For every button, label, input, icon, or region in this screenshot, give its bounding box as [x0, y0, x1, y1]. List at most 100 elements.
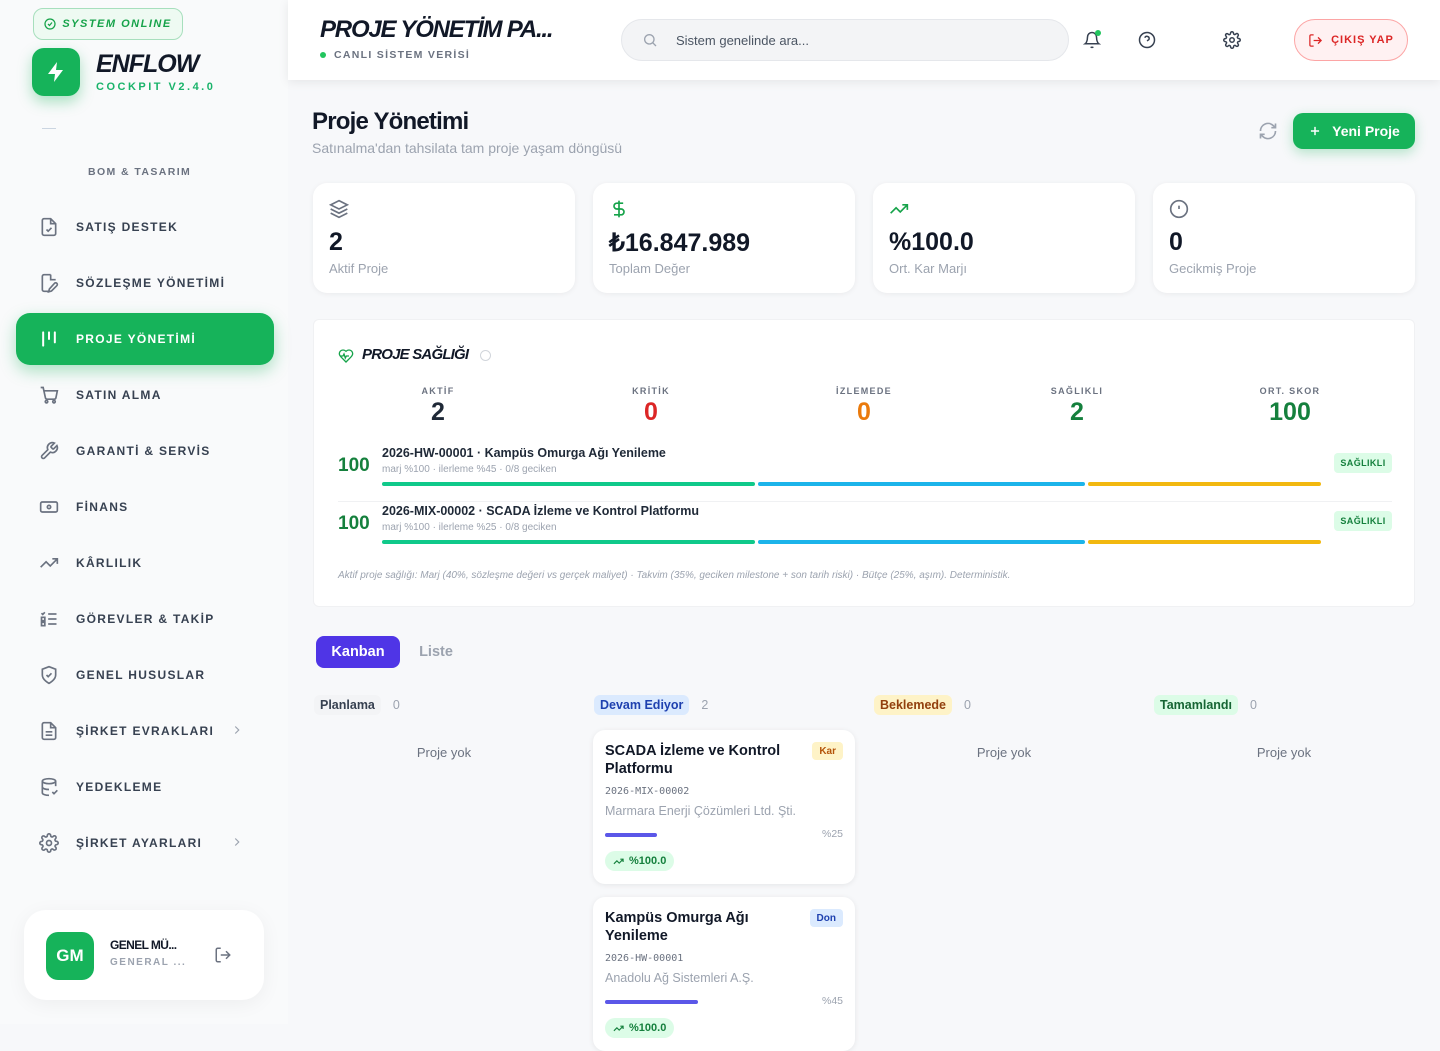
metric-value: 2 [1070, 398, 1084, 426]
logo[interactable] [32, 48, 80, 96]
health-project-row[interactable]: 100 2026-HW-00001 · Kampüs Omurga Ağı Ye… [338, 446, 1392, 498]
plus-icon [1311, 126, 1320, 136]
sidebar-item-genel-hususlar[interactable]: GENEL HUSUSLAR [16, 649, 274, 701]
logout-button[interactable]: ÇIKIŞ YAP [1294, 19, 1408, 61]
page-subtitle: Satınalma'dan tahsilata tam proje yaşam … [312, 140, 623, 156]
alert-circle-icon [1169, 199, 1189, 219]
stat-value: %100.0 [889, 228, 974, 256]
project-customer: Marmara Enerji Çözümleri Ltd. Şti. [605, 804, 797, 818]
user-card: GM GENEL MÜ... GENERAL ... [24, 910, 264, 1000]
file-edit-icon [38, 272, 60, 294]
new-project-button[interactable]: Yeni Proje [1293, 113, 1415, 149]
sidebar-item-proje-yonetimi[interactable]: PROJE YÖNETİMİ [16, 313, 274, 365]
empty-column-text: Proje yok [416, 745, 472, 760]
sidebar-item-satis-destek[interactable]: SATIŞ DESTEK [16, 201, 274, 253]
banknote-icon [38, 496, 60, 518]
user-role: GENERAL ... [110, 957, 187, 968]
sidebar-item-label: GÖREVLER & TAKİP [76, 612, 215, 626]
project-code: 2026-MIX-00002 [605, 786, 690, 797]
nav-section-label[interactable]: BOM & TASARIM [88, 166, 191, 178]
trending-up-icon [890, 204, 909, 214]
search-bar[interactable] [621, 19, 1069, 61]
document-icon [38, 720, 60, 742]
logout-icon[interactable] [214, 946, 232, 964]
health-title: PROJE SAĞLIĞI [362, 346, 469, 363]
progress-label: %25 [821, 828, 843, 840]
help-button[interactable] [1137, 30, 1157, 50]
status-badge: SAĞLIKLI [1334, 453, 1392, 473]
sidebar-item-label: GENEL HUSUSLAR [76, 668, 206, 682]
sidebar-item-gorevler[interactable]: GÖREVLER & TAKİP [16, 593, 274, 645]
sidebar-item-label: GARANTİ & SERVİS [76, 444, 211, 458]
tab-kanban[interactable]: Kanban [316, 636, 400, 668]
metric-value: 2 [431, 398, 445, 426]
column-count: 0 [964, 698, 971, 712]
project-customer: Anadolu Ağ Sistemleri A.Ş. [605, 971, 754, 985]
settings-button[interactable] [1222, 30, 1242, 50]
shield-icon [38, 664, 60, 686]
topbar: PROJE YÖNETİM PA... CANLI SİSTEM VERİSİ … [288, 0, 1440, 80]
metric-value: 0 [857, 398, 871, 426]
health-footnote: Aktif proje sağlığı: Marj (40%, sözleşme… [338, 570, 1011, 581]
stat-label: Gecikmiş Proje [1169, 261, 1257, 276]
sidebar-item-karlilik[interactable]: KÂRLILIK [16, 537, 274, 589]
database-icon [38, 776, 60, 798]
logout-label: ÇIKIŞ YAP [1331, 34, 1394, 46]
column-chip: Tamamlandı [1154, 695, 1239, 715]
project-card[interactable]: Kampüs Omurga Ağı Yenileme Don 2026-HW-0… [593, 897, 855, 1051]
layers-icon [329, 199, 349, 219]
status-badge: SAĞLIKLI [1334, 511, 1392, 531]
progress-label: %45 [821, 995, 843, 1007]
system-status-badge: SYSTEM ONLINE [33, 8, 183, 40]
metric-label: KRİTİK [632, 386, 670, 396]
metric-label: İZLEMEDE [836, 386, 892, 396]
health-project-name: 2026-MIX-00002 · SCADA İzleme ve Kontrol… [382, 504, 699, 518]
brand-name: ENFLOW [96, 50, 199, 78]
stat-value: 2 [329, 228, 343, 256]
avatar[interactable]: GM [46, 932, 94, 980]
sidebar-item-sirket-evraklari[interactable]: ŞİRKET EVRAKLARI [16, 705, 274, 757]
logout-icon [1309, 33, 1323, 47]
empty-column-text: Proje yok [1256, 745, 1312, 760]
health-metric-avg-score: ORT. SKOR 100 [1215, 386, 1365, 427]
budget-bar [1088, 482, 1321, 486]
stat-value: ₺16.847.989 [609, 229, 751, 257]
stat-value: 0 [1169, 228, 1183, 256]
gear-icon [38, 832, 60, 854]
sidebar-item-yedekleme[interactable]: YEDEKLEME [16, 761, 274, 813]
kanban-column-header-beklemede: Beklemede 0 [874, 695, 971, 715]
sidebar-item-label: ŞİRKET AYARLARI [76, 836, 203, 850]
kanban-icon [38, 328, 60, 350]
refresh-icon[interactable] [1258, 121, 1278, 141]
progress-bar [605, 1000, 698, 1004]
notifications-button[interactable] [1082, 30, 1102, 50]
metric-value: 100 [1269, 398, 1311, 426]
live-data-text: CANLI SİSTEM VERİSİ [334, 49, 471, 61]
sidebar-item-label: PROJE YÖNETİMİ [76, 332, 197, 346]
sidebar-item-finans[interactable]: FİNANS [16, 481, 274, 533]
project-code: 2026-HW-00001 [605, 953, 684, 964]
tab-liste[interactable]: Liste [406, 636, 466, 668]
health-project-row[interactable]: 100 2026-MIX-00002 · SCADA İzleme ve Kon… [338, 504, 1392, 556]
metric-value: 0 [644, 398, 658, 426]
column-count: 2 [701, 698, 709, 712]
stat-card-delayed-projects: 0 Gecikmiş Proje [1153, 183, 1415, 293]
sidebar-item-garanti-servis[interactable]: GARANTİ & SERVİS [16, 425, 274, 477]
sidebar-item-sozlesme[interactable]: SÖZLEŞME YÖNETİMİ [16, 257, 274, 309]
schedule-bar [758, 540, 1085, 544]
lightning-icon [48, 62, 63, 82]
schedule-bar [758, 482, 1085, 486]
cart-icon [38, 384, 60, 406]
sidebar-item-label: YEDEKLEME [76, 780, 163, 794]
sidebar-item-label: SATIN ALMA [76, 388, 162, 402]
sidebar-item-sirket-ayarlari[interactable]: ŞİRKET AYARLARI [16, 817, 274, 869]
sidebar: SYSTEM ONLINE ENFLOW COCKPIT V2.4.0 BOM … [0, 0, 288, 1024]
sidebar-item-satin-alma[interactable]: SATIN ALMA [16, 369, 274, 421]
info-icon[interactable] [480, 350, 491, 361]
project-type-tag: Kar [812, 742, 843, 760]
search-input[interactable] [676, 32, 1036, 48]
project-card[interactable]: SCADA İzleme ve Kontrol Platformu Kar 20… [593, 730, 855, 884]
margin-badge: %100.0 [605, 851, 675, 871]
column-chip: Planlama [314, 695, 381, 715]
stat-card-total-value: ₺16.847.989 Toplam Değer [593, 183, 855, 293]
